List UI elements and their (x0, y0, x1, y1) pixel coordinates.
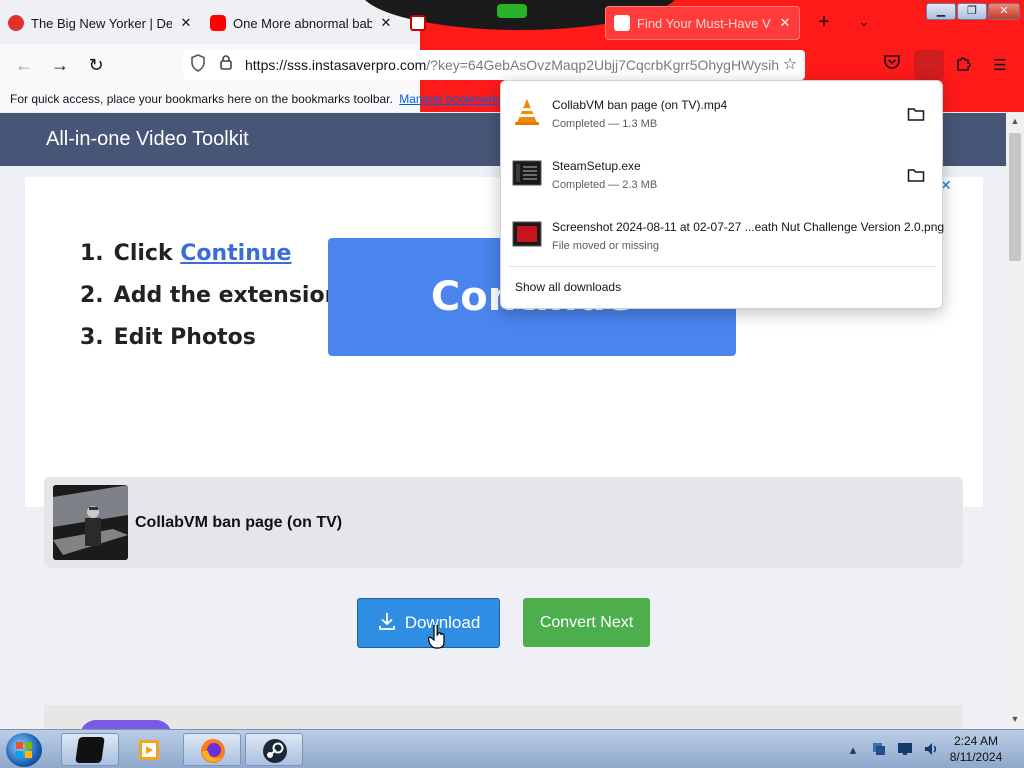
new-tab-button[interactable]: + (812, 10, 836, 34)
download-item[interactable]: CollabVM ban page (on TV).mp4 Completed … (501, 81, 942, 141)
arrow-left-icon: ← (15, 55, 33, 75)
scroll-up-arrow-icon[interactable]: ▲ (1006, 113, 1024, 129)
scrollbar-thumb[interactable] (1009, 133, 1021, 261)
back-button[interactable]: ← (10, 52, 38, 78)
hand-cursor-icon (427, 623, 446, 655)
network-icon[interactable] (870, 741, 888, 759)
url-text[interactable]: https://sss.instasaverpro.com/?key=64Geb… (245, 57, 779, 73)
media-player-icon (137, 737, 163, 763)
monitor-icon[interactable] (896, 741, 914, 759)
ad-step: 2. Add the extension (80, 279, 340, 321)
lock-icon[interactable] (215, 54, 237, 76)
shield-icon[interactable] (187, 54, 209, 76)
ad-step: 3. Edit Photos (80, 321, 340, 363)
clock-time: 2:24 AM (953, 734, 999, 748)
reload-button[interactable]: ↻ (82, 52, 110, 78)
step-text: Edit Photos (113, 325, 256, 350)
open-folder-icon[interactable] (906, 106, 926, 124)
downloads-button[interactable] (914, 50, 944, 80)
tab-youtube[interactable]: One More abnormal baby | ✕ (210, 8, 394, 38)
content-section (44, 705, 963, 729)
video-result-card: CollabVM ban page (on TV) (44, 477, 963, 568)
reload-icon: ↻ (88, 55, 104, 75)
convert-next-button[interactable]: Convert Next (523, 598, 650, 647)
ad-steps-list: 1. Click Continue 2. Add the extension 3… (80, 237, 340, 363)
download-favicon-icon (410, 15, 426, 31)
ad-step: 1. Click Continue (80, 237, 340, 279)
download-status: Completed — 2.3 MB (552, 179, 658, 191)
step-number: 1. (80, 241, 104, 266)
tab-label: One More abnormal baby | (233, 15, 372, 31)
clock-date: 8/11/2024 (949, 750, 1003, 764)
hamburger-menu-icon[interactable]: ☰ (988, 54, 1012, 78)
image-file-icon (512, 219, 542, 249)
tab-download-site[interactable] (410, 8, 440, 38)
video-title: CollabVM ban page (on TV) (135, 514, 343, 531)
list-all-tabs-button[interactable]: ⌄ (852, 10, 876, 34)
download-filename: CollabVM ban page (on TV).mp4 (552, 98, 728, 112)
download-item[interactable]: SteamSetup.exe Completed — 2.3 MB (501, 142, 942, 202)
taskbar-media-player[interactable] (120, 733, 180, 766)
show-hidden-icons-icon[interactable]: ▴ (844, 741, 862, 759)
pocket-icon[interactable] (880, 54, 904, 78)
tab-label: The Big New Yorker | Deals (31, 15, 172, 31)
bookmarks-hint: For quick access, place your bookmarks h… (10, 92, 393, 106)
system-tray: ▴ (844, 736, 948, 764)
download-status: File moved or missing (552, 240, 659, 252)
download-item[interactable]: Screenshot 2024-08-11 at 02-07-27 ...eat… (501, 203, 945, 263)
step-text: Click (113, 241, 181, 266)
arrow-right-icon: → (51, 55, 69, 75)
windows-taskbar: ▴ 2:24 AM 8/11/2024 (0, 729, 1024, 768)
taskbar-app-window[interactable] (61, 733, 119, 766)
minimize-button[interactable]: ▁ (926, 3, 956, 20)
black-window-app-icon (75, 736, 105, 763)
extensions-puzzle-icon[interactable] (952, 54, 976, 78)
tab-close-icon[interactable]: ✕ (178, 15, 194, 31)
url-host: https://sss.instasaverpro.com (245, 57, 427, 73)
download-filename: Screenshot 2024-08-11 at 02-07-27 ...eat… (552, 220, 945, 234)
firefox-icon (199, 737, 225, 763)
taskbar-steam[interactable] (245, 733, 303, 766)
download-filename: SteamSetup.exe (552, 159, 641, 173)
video-thumbnail (53, 485, 128, 560)
manage-bookmarks-link[interactable]: Manage bookmarks... (399, 92, 514, 106)
start-button[interactable] (6, 733, 42, 767)
download-status: Completed — 1.3 MB (552, 118, 658, 130)
download-favicon-icon (614, 15, 630, 31)
bookmark-star-icon[interactable]: ☆ (779, 54, 801, 76)
tab-new-yorker[interactable]: The Big New Yorker | Deals ✕ (8, 8, 194, 38)
tab-active-find-video[interactable]: Find Your Must-Have Vide ✕ (605, 6, 800, 40)
open-folder-icon[interactable] (906, 167, 926, 185)
tab-label: Find Your Must-Have Vide (637, 15, 771, 31)
purple-badge (80, 720, 172, 729)
show-all-downloads-button[interactable]: Show all downloads (515, 280, 621, 294)
url-path: /?key=64GebAsOvzMaqp2Ubjj7CqcrbKgrr5Ohyg… (426, 57, 779, 73)
step-number: 2. (80, 283, 104, 308)
vertical-scrollbar[interactable]: ▲ ▼ (1006, 113, 1024, 729)
address-bar[interactable]: https://sss.instasaverpro.com/?key=64Geb… (183, 50, 805, 80)
close-window-button[interactable]: ✕ (988, 3, 1020, 20)
tab-close-icon[interactable]: ✕ (378, 15, 394, 31)
scroll-down-arrow-icon[interactable]: ▼ (1006, 711, 1024, 727)
steam-icon (261, 737, 287, 763)
download-arrow-icon (377, 611, 397, 636)
lips-favicon-icon (8, 15, 24, 31)
step-text: Add the extension (113, 283, 341, 308)
youtube-favicon-icon (210, 15, 226, 31)
vlc-cone-icon (512, 97, 542, 127)
maximize-button[interactable]: ❐ (957, 3, 987, 20)
ad-continue-link[interactable]: Continue (180, 241, 291, 266)
tab-close-icon[interactable]: ✕ (777, 15, 793, 31)
taskbar-firefox[interactable] (183, 733, 241, 766)
forward-button[interactable]: → (46, 52, 74, 78)
theme-decoration-green (497, 4, 527, 18)
divider (509, 266, 936, 267)
exe-file-icon (512, 158, 542, 188)
downloads-panel: CollabVM ban page (on TV).mp4 Completed … (500, 80, 945, 309)
step-number: 3. (80, 325, 104, 350)
tab-strip: The Big New Yorker | Deals ✕ One More ab… (0, 0, 1024, 44)
system-clock[interactable]: 2:24 AM 8/11/2024 (936, 733, 1016, 765)
